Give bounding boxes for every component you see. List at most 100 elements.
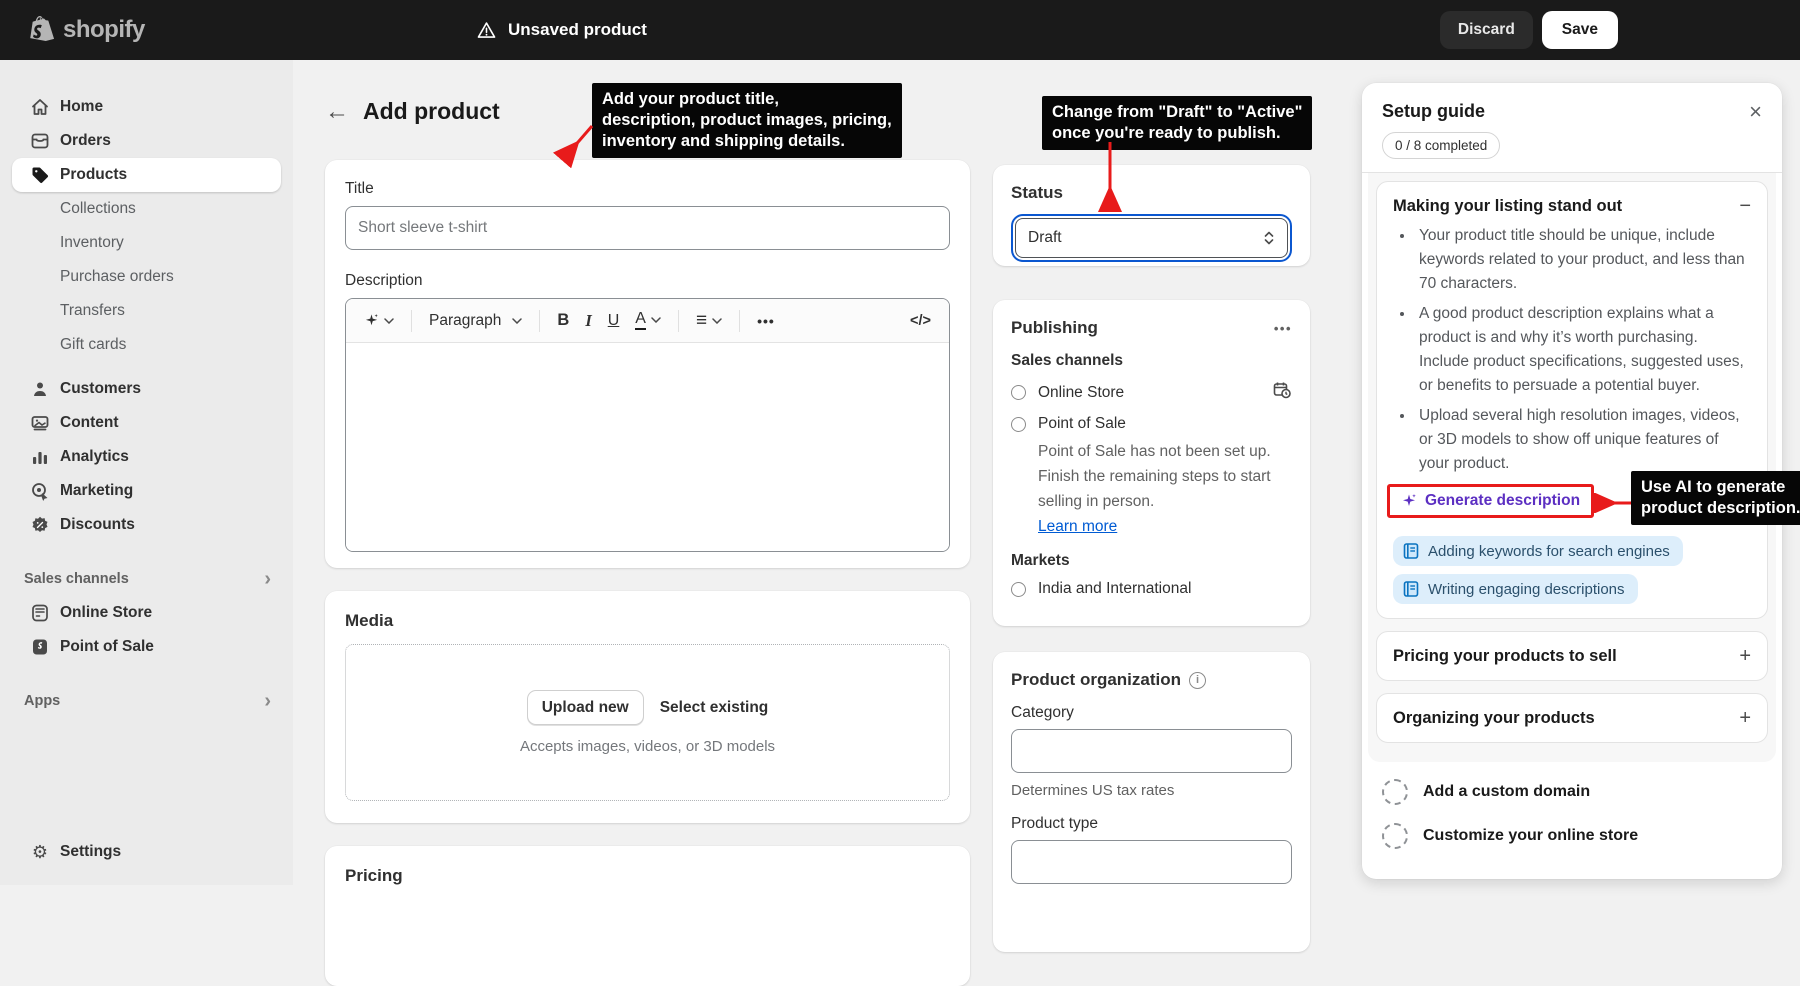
sidebar-item-settings[interactable]: ⚙ Settings [12,835,281,869]
sidebar-item-home[interactable]: Home [12,90,281,124]
shopify-logo[interactable]: shopify [28,15,145,45]
task-incomplete-circle-icon[interactable] [1382,823,1408,849]
generate-description-link[interactable]: Generate description [1425,492,1580,510]
sidebar-item-online-store[interactable]: Online Store [12,596,281,630]
info-icon[interactable]: i [1189,672,1206,689]
sidebar-item-customers[interactable]: Customers [12,372,281,406]
paragraph-style-dropdown[interactable]: Paragraph [423,308,528,334]
sidebar-item-collections[interactable]: Collections [12,192,281,226]
discount-badge-icon [30,515,50,535]
sidebar-item-discounts[interactable]: Discounts [12,508,281,542]
toolbar-divider [539,310,540,332]
section-organizing-products[interactable]: Organizing your products + [1376,693,1768,743]
online-store-checkbox[interactable] [1011,385,1026,400]
schedule-calendar-icon[interactable] [1272,380,1292,405]
magic-ai-button[interactable] [358,309,400,332]
chevron-down-icon [384,318,394,324]
code-view-button[interactable]: </> [904,309,937,333]
collapse-minus-icon[interactable]: − [1739,196,1751,216]
target-cursor-icon [30,481,50,501]
sparkle-icon [364,313,379,328]
title-input[interactable] [345,206,950,250]
discard-button[interactable]: Discard [1440,11,1533,49]
chevron-down-icon [651,317,661,323]
more-formatting-button[interactable]: ••• [751,309,781,333]
close-icon[interactable]: × [1745,97,1766,127]
point-of-sale-checkbox[interactable] [1011,417,1026,432]
image-icon [30,413,50,433]
description-label: Description [345,272,950,290]
market-row-india-international: India and International [1011,580,1292,598]
learn-more-link[interactable]: Learn more [1038,518,1117,536]
sidebar-section-apps[interactable]: Apps › [12,684,281,718]
expand-plus-icon[interactable]: + [1739,646,1751,666]
sidebar-section-sales-channels[interactable]: Sales channels › [12,562,281,596]
status-select-focus-ring: Draft [1011,214,1292,262]
article-link-descriptions[interactable]: Writing engaging descriptions [1393,574,1638,604]
bold-button[interactable]: B [551,307,575,334]
sidebar-item-inventory[interactable]: Inventory [12,226,281,260]
annotation-red-box: Generate description [1387,484,1594,518]
page-title: Add product [363,98,500,125]
generate-description-row: Generate description Use AI to generate … [1393,484,1751,524]
toolbar-divider [678,310,679,332]
sidebar-item-orders[interactable]: Orders [12,124,281,158]
text-color-button[interactable]: A [629,307,667,334]
task-add-custom-domain[interactable]: Add a custom domain [1382,770,1762,814]
article-link-keywords[interactable]: Adding keywords for search engines [1393,536,1683,566]
italic-button[interactable]: I [579,307,597,335]
sidebar-item-transfers[interactable]: Transfers [12,294,281,328]
tag-icon [30,165,50,185]
sparkle-icon [1401,493,1417,509]
sidebar-item-content[interactable]: Content [12,406,281,440]
shopify-wordmark: shopify [63,16,145,44]
section-making-listing-stand-out: Making your listing stand out − Your pro… [1376,181,1768,619]
shopify-bag-icon [28,15,55,45]
category-input[interactable] [1011,729,1292,773]
section-pricing-products[interactable]: Pricing your products to sell + [1376,631,1768,681]
sidebar-item-purchase-orders[interactable]: Purchase orders [12,260,281,294]
organization-heading: Product organization [1011,670,1181,690]
select-chevrons-icon [1263,230,1275,246]
warning-icon [476,20,497,41]
back-arrow-icon[interactable]: ← [325,100,349,124]
save-button[interactable]: Save [1542,11,1618,49]
expand-plus-icon[interactable]: + [1739,708,1751,728]
sidebar: Home Orders Products Collections Invento… [0,60,293,885]
select-existing-link[interactable]: Select existing [660,699,769,717]
product-type-label: Product type [1011,815,1292,833]
product-details-card: Title Description Paragraph B I U A [325,160,970,568]
upload-new-button[interactable]: Upload new [527,690,644,725]
sidebar-item-analytics[interactable]: Analytics [12,440,281,474]
description-textarea[interactable] [346,343,949,551]
sidebar-item-products[interactable]: Products [12,158,281,192]
product-type-input[interactable] [1011,840,1292,884]
tip-item: Your product title should be unique, inc… [1415,224,1751,296]
setup-guide-panel: × Setup guide 0 / 8 completed Making you… [1362,83,1782,879]
topbar: shopify Unsaved product Discard Save [0,0,1800,60]
sidebar-item-point-of-sale[interactable]: Point of Sale [12,630,281,664]
media-hint: Accepts images, videos, or 3D models [520,738,775,755]
task-customize-online-store[interactable]: Customize your online store [1382,814,1762,858]
sidebar-item-gift-cards[interactable]: Gift cards [12,328,281,362]
publishing-heading: Publishing [1011,318,1098,338]
more-horizontal-icon[interactable]: ••• [1274,321,1292,336]
status-card: Status Draft [993,165,1310,266]
tip-item: A good product description explains what… [1415,302,1751,398]
market-checkbox[interactable] [1011,582,1026,597]
channel-row-point-of-sale: Point of Sale [1011,415,1292,433]
alignment-dropdown[interactable]: ≡ [690,306,728,336]
chevron-right-icon: › [264,691,271,711]
section-header-listing[interactable]: Making your listing stand out − [1393,196,1751,216]
chevron-down-icon [712,318,722,324]
book-icon [1402,542,1420,560]
task-incomplete-circle-icon[interactable] [1382,779,1408,805]
toolbar-divider [739,310,740,332]
sidebar-item-marketing[interactable]: Marketing [12,474,281,508]
status-select[interactable]: Draft [1015,218,1288,258]
person-icon [30,379,50,399]
media-dropzone[interactable]: Upload new Select existing Accepts image… [345,644,950,801]
title-label: Title [345,180,950,198]
underline-button[interactable]: U [602,308,626,334]
book-icon [1402,580,1420,598]
